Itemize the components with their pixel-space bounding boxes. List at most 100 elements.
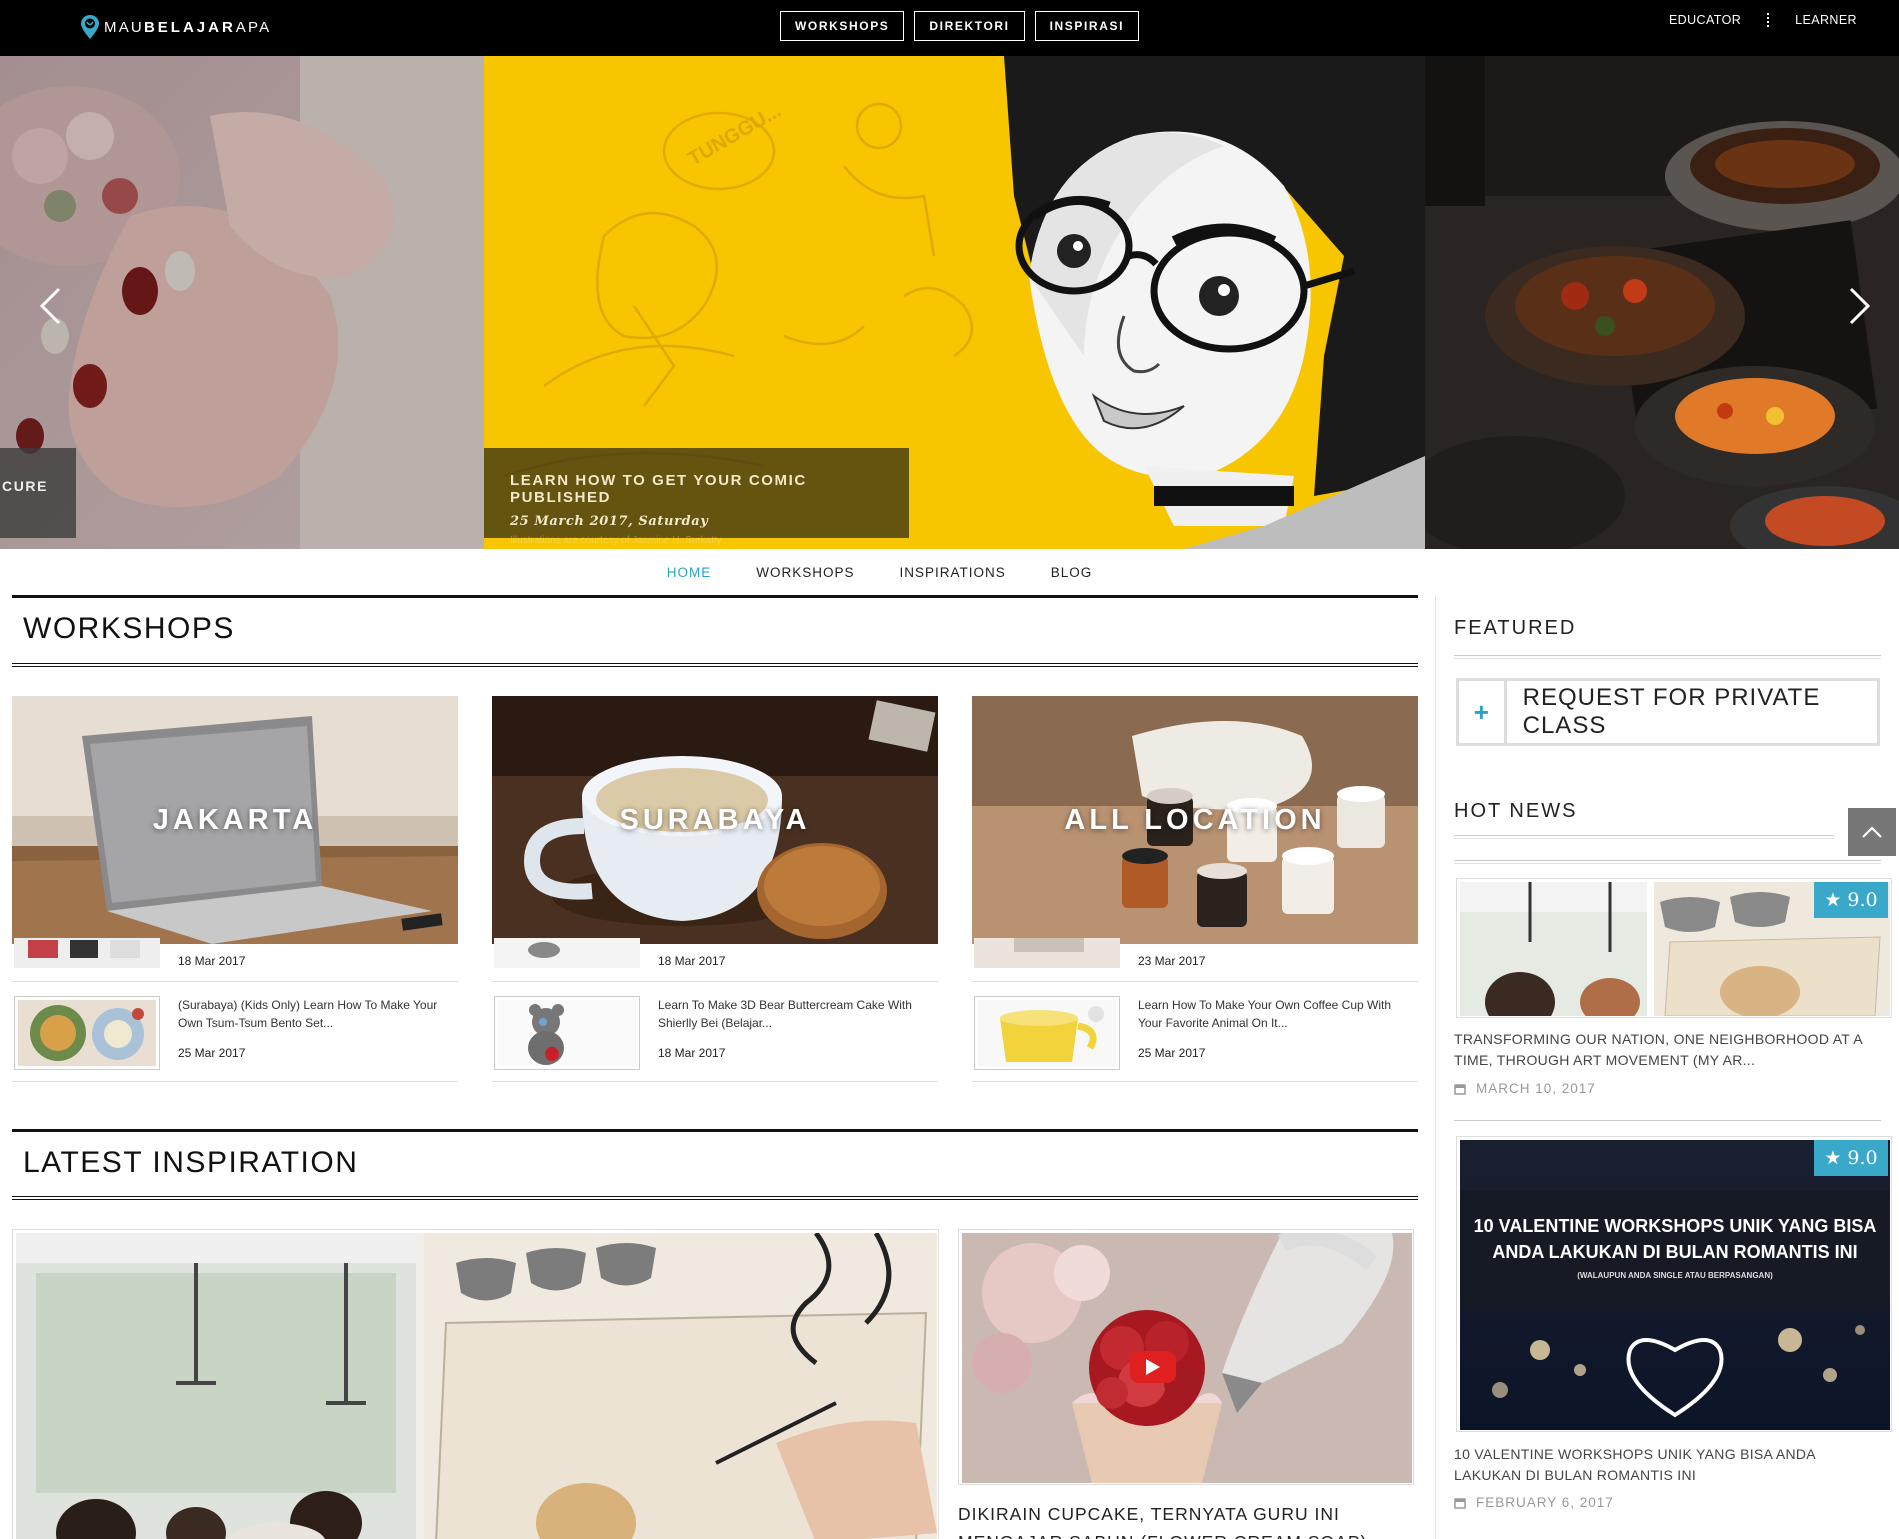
rating-value: 9.0 bbox=[1847, 1147, 1878, 1169]
news-image-card[interactable]: 10 VALENTINE WORKSHOPS UNIK YANG BISA AN… bbox=[1456, 1136, 1892, 1432]
workshop-title[interactable]: Learn How To Make Your Own Coffee Cup Wi… bbox=[1138, 996, 1416, 1032]
user-nav: EDUCATOR LEARNER bbox=[1669, 13, 1857, 27]
workshop-date: 18 Mar 2017 bbox=[658, 1046, 726, 1060]
featured-heading: FEATURED bbox=[1454, 617, 1577, 639]
workshop-row: Learn How To Make Your Own Coffee Cup Wi… bbox=[972, 982, 1418, 1082]
workshop-thumb[interactable] bbox=[14, 938, 160, 968]
news-date-text: FEBRUARY 6, 2017 bbox=[1476, 1495, 1614, 1510]
logo-text-bold: BELAJAR bbox=[143, 18, 236, 36]
workshop-thumb[interactable] bbox=[974, 938, 1120, 968]
topnav-inspirasi-button[interactable]: INSPIRASI bbox=[1034, 11, 1140, 41]
city-card-all-location[interactable]: ALL LOCATION bbox=[972, 696, 1418, 944]
sidebar-rule bbox=[1454, 860, 1881, 864]
inspiration-heading: LATEST INSPIRATION bbox=[23, 1146, 359, 1179]
topnav-direktori-button[interactable]: DIREKTORI bbox=[914, 11, 1025, 41]
educator-link[interactable]: EDUCATOR bbox=[1669, 13, 1741, 27]
workshop-thumb[interactable] bbox=[14, 996, 160, 1070]
inspiration-header: LATEST INSPIRATION bbox=[12, 1129, 1418, 1201]
workshops-header: WORKSHOPS bbox=[12, 595, 1418, 667]
workshop-thumb[interactable] bbox=[494, 938, 640, 968]
cupcake-video-image bbox=[962, 1230, 1412, 1483]
inspiration-feature-card[interactable] bbox=[12, 1229, 939, 1539]
logo-text-suffix: APA bbox=[235, 18, 272, 36]
subnav-inspirations[interactable]: INSPIRATIONS bbox=[899, 565, 1005, 580]
learner-link[interactable]: LEARNER bbox=[1795, 13, 1857, 27]
inspiration-video-title[interactable]: DIKIRAIN CUPCAKE, TERNYATA GURU INI MENG… bbox=[958, 1500, 1398, 1539]
slider-next-button[interactable] bbox=[1840, 281, 1880, 331]
workshop-row: 23 Mar 2017 bbox=[972, 938, 1418, 982]
news-date: MARCH 10, 2017 bbox=[1454, 1081, 1596, 1096]
news-title[interactable]: TRANSFORMING OUR NATION, ONE NEIGHBORHOO… bbox=[1454, 1029, 1884, 1071]
heading-double-rule bbox=[12, 1196, 1418, 1200]
workshop-column-jakarta: JAKARTA 18 Mar 2017 (Surabaya) (Kids Onl… bbox=[12, 696, 458, 1082]
chevron-right-icon bbox=[1849, 287, 1871, 325]
valentine-banner-image: 10 VALENTINE WORKSHOPS UNIK YANG BISA AN… bbox=[1460, 1140, 1890, 1430]
plus-icon: + bbox=[1459, 681, 1507, 743]
column-divider bbox=[1435, 595, 1436, 1539]
slide-caption-main: LEARN HOW TO GET YOUR COMIC PUBLISHED 25… bbox=[484, 448, 909, 546]
workshop-date: 25 Mar 2017 bbox=[178, 1046, 246, 1060]
subnav-workshops[interactable]: WORKSHOPS bbox=[756, 565, 854, 580]
slider-prev-button[interactable] bbox=[30, 281, 70, 331]
topnav-workshops-button[interactable]: WORKSHOPS bbox=[780, 11, 905, 41]
workshop-row: 18 Mar 2017 bbox=[492, 938, 938, 982]
banner-line-1: 10 VALENTINE WORKSHOPS UNIK YANG BISA bbox=[1474, 1216, 1877, 1236]
workshop-column-surabaya: SURABAYA 18 Mar 2017 Learn To Make 3D Be… bbox=[492, 696, 938, 1082]
inspiration-video-card[interactable] bbox=[958, 1229, 1414, 1485]
calendar-icon bbox=[1454, 1083, 1466, 1095]
workshop-thumb[interactable] bbox=[974, 996, 1120, 1070]
banner-small: (WALAUPUN ANDA SINGLE ATAU BERPASANGAN) bbox=[1577, 1271, 1773, 1280]
sub-nav: HOME WORKSHOPS INSPIRATIONS BLOG bbox=[0, 549, 1899, 595]
city-card-jakarta[interactable]: JAKARTA bbox=[12, 696, 458, 944]
city-card-surabaya[interactable]: SURABAYA bbox=[492, 696, 938, 944]
food-image bbox=[1425, 56, 1899, 549]
rating-value: 9.0 bbox=[1847, 889, 1878, 911]
slide-food[interactable] bbox=[1425, 56, 1899, 549]
star-icon: ★ bbox=[1824, 889, 1842, 911]
slide-comic[interactable]: TUNGGU... LEARN HOW TO GET YOUR COMIC PU… bbox=[484, 56, 1425, 549]
site-logo[interactable]: MAU BELAJAR APA bbox=[80, 12, 271, 42]
map-pin-icon bbox=[81, 15, 99, 39]
workshop-row: Learn To Make 3D Bear Buttercream Cake W… bbox=[492, 982, 938, 1082]
subnav-home[interactable]: HOME bbox=[667, 565, 712, 580]
banner-line-2: ANDA LAKUKAN DI BULAN ROMANTIS INI bbox=[1492, 1242, 1857, 1262]
city-card-label: SURABAYA bbox=[619, 803, 811, 836]
news-date: FEBRUARY 6, 2017 bbox=[1454, 1495, 1614, 1510]
logo-text-prefix: MAU bbox=[104, 18, 144, 36]
chevron-up-icon bbox=[1862, 826, 1882, 838]
workshop-column-all-location: ALL LOCATION 23 Mar 2017 Learn How To Ma… bbox=[972, 696, 1418, 1082]
sidebar-rule bbox=[1454, 655, 1881, 659]
art-class-image bbox=[16, 1231, 937, 1539]
workshop-title[interactable]: Learn To Make 3D Bear Buttercream Cake W… bbox=[658, 996, 936, 1032]
hot-news-heading: HOT NEWS bbox=[1454, 800, 1578, 822]
slide-caption-left: CURE bbox=[0, 448, 76, 538]
news-title[interactable]: 10 VALENTINE WORKSHOPS UNIK YANG BISA AN… bbox=[1454, 1444, 1884, 1486]
top-nav: WORKSHOPS DIREKTORI INSPIRASI bbox=[780, 11, 1140, 41]
workshop-thumb[interactable] bbox=[494, 996, 640, 1070]
request-private-class-button[interactable]: + REQUEST FOR PRIVATE CLASS bbox=[1456, 678, 1880, 746]
workshop-title[interactable]: (Surabaya) (Kids Only) Learn How To Make… bbox=[178, 996, 456, 1032]
subnav-blog[interactable]: BLOG bbox=[1051, 565, 1093, 580]
chevron-left-icon bbox=[39, 287, 61, 325]
workshop-date: 18 Mar 2017 bbox=[658, 954, 726, 968]
workshops-heading: WORKSHOPS bbox=[23, 612, 235, 645]
hero-slider: CURE TUNGGU... LEARN HOW TO GET YOUR COM… bbox=[0, 56, 1899, 549]
slide-caption-title: LEARN HOW TO GET YOUR COMIC PUBLISHED bbox=[510, 472, 807, 506]
news-date-text: MARCH 10, 2017 bbox=[1476, 1081, 1596, 1096]
back-to-top-button[interactable] bbox=[1848, 808, 1896, 856]
heading-double-rule bbox=[12, 663, 1418, 667]
slide-manicure[interactable]: CURE bbox=[0, 56, 484, 549]
request-private-class-label: REQUEST FOR PRIVATE CLASS bbox=[1522, 684, 1821, 739]
workshop-date: 23 Mar 2017 bbox=[1138, 954, 1206, 968]
workshop-date: 18 Mar 2017 bbox=[178, 954, 246, 968]
slide-caption-credit: Illustrations are courtesy of Jasmine H.… bbox=[510, 535, 722, 546]
news-image-card[interactable]: ★ 9.0 bbox=[1456, 878, 1892, 1018]
slide-caption-left-title: CURE bbox=[2, 478, 49, 494]
sidebar-rule bbox=[1454, 1120, 1881, 1121]
workshop-row: 18 Mar 2017 bbox=[12, 938, 458, 982]
workshop-date: 25 Mar 2017 bbox=[1138, 1046, 1206, 1060]
calendar-icon bbox=[1454, 1497, 1466, 1509]
workshop-row: (Surabaya) (Kids Only) Learn How To Make… bbox=[12, 982, 458, 1082]
city-card-label: ALL LOCATION bbox=[1064, 803, 1326, 836]
rating-badge: ★ 9.0 bbox=[1814, 1140, 1888, 1176]
